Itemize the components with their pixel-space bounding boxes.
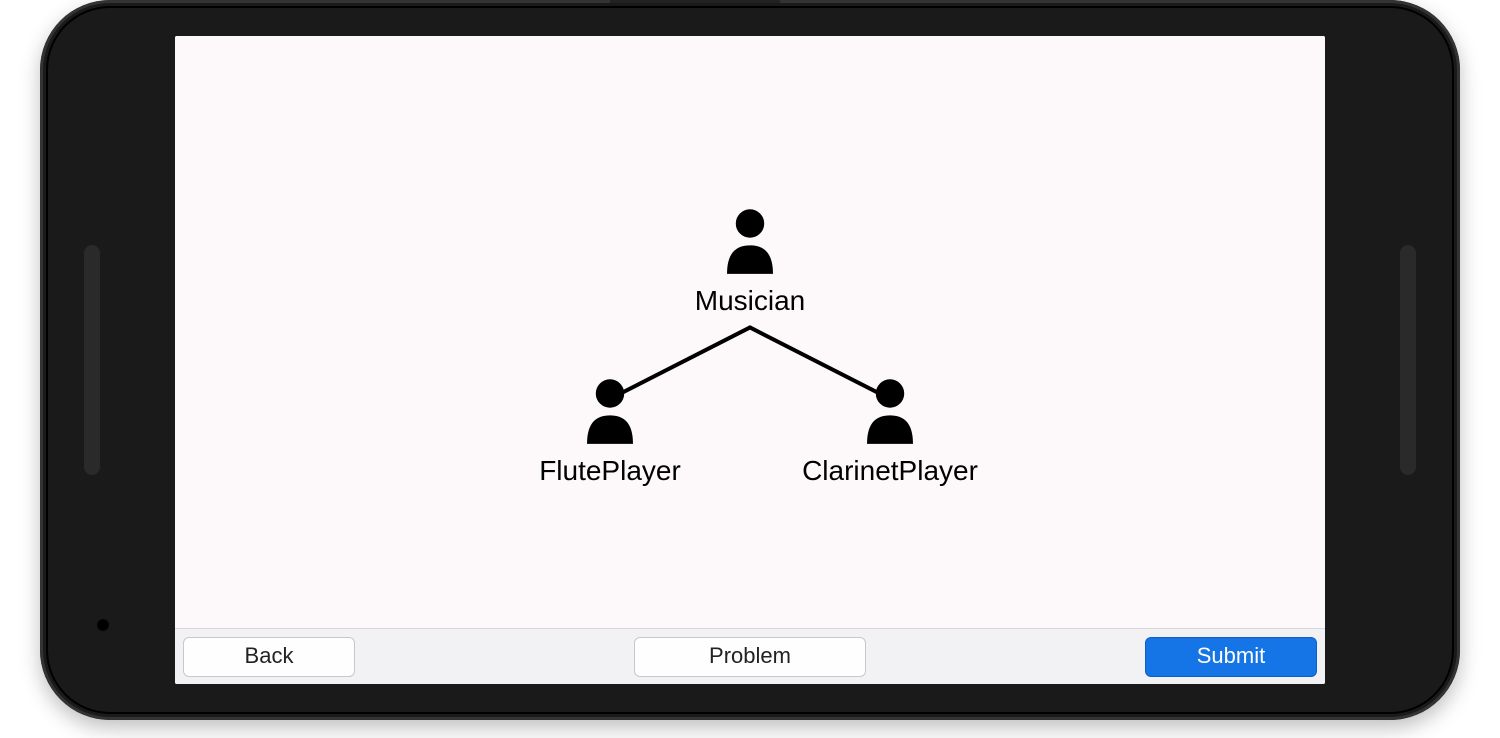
bottom-toolbar: Back Problem Submit — [175, 628, 1325, 684]
inheritance-diagram: Musician FlutePlayer ClarinetPlayer — [175, 36, 1325, 629]
node-fluteplayer-label: FlutePlayer — [515, 455, 705, 487]
person-icon — [855, 376, 925, 446]
camera-dot — [96, 618, 110, 632]
node-fluteplayer: FlutePlayer — [515, 376, 705, 487]
back-button[interactable]: Back — [183, 637, 355, 677]
node-musician: Musician — [680, 206, 820, 317]
submit-button[interactable]: Submit — [1145, 637, 1317, 677]
node-clarinetplayer: ClarinetPlayer — [785, 376, 995, 487]
problem-button[interactable]: Problem — [634, 637, 866, 677]
node-musician-label: Musician — [680, 285, 820, 317]
node-clarinetplayer-label: ClarinetPlayer — [785, 455, 995, 487]
diagram-lines — [175, 36, 1325, 629]
phone-frame: Musician FlutePlayer ClarinetPlayer — [40, 0, 1460, 720]
person-icon — [575, 376, 645, 446]
power-button — [610, 0, 780, 3]
person-icon — [715, 206, 785, 276]
screen: Musician FlutePlayer ClarinetPlayer — [175, 36, 1325, 684]
speaker-right — [1400, 245, 1416, 475]
speaker-left — [84, 245, 100, 475]
